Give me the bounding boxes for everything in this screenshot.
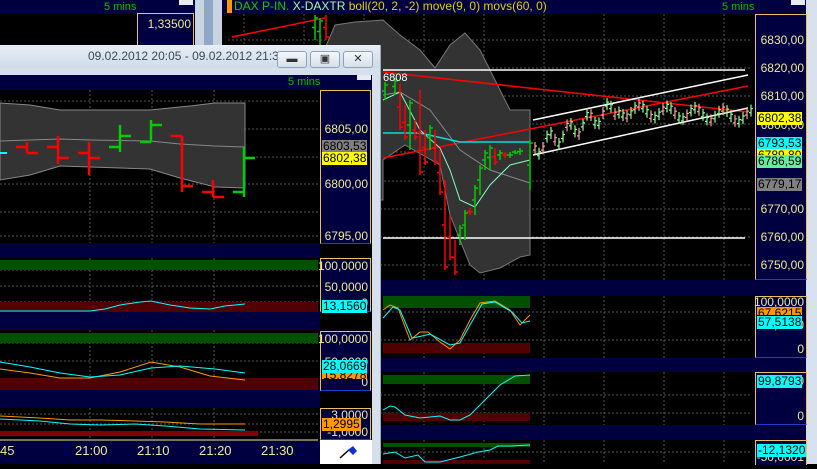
- axis-tick: 100,0000: [317, 259, 368, 273]
- price-marker-label: 6808: [383, 72, 408, 84]
- oscillator-cyan-line: [0, 361, 246, 378]
- histogram-bars: [0, 431, 258, 436]
- last-price-tag: 6802,38: [757, 111, 803, 125]
- indicator-cyan-tag: -12,1320: [757, 443, 807, 457]
- oscillator-cyan-tag: 28,0669: [322, 359, 368, 373]
- oscillator-cyan-tag: 57,5138: [757, 315, 803, 329]
- panel-separator: [0, 390, 320, 408]
- indicator-cyan-tag: 99,8793: [757, 374, 803, 388]
- time-label: 21:30: [261, 443, 294, 458]
- price-tick: 6795,00: [324, 229, 368, 243]
- axis-tick: 0: [797, 342, 804, 356]
- drawing-tool-button[interactable]: [320, 440, 372, 464]
- popup-price-axis[interactable]: 6805,00 6800,00 6795,00 6803,53 6802,38: [320, 90, 371, 244]
- panel2-axis[interactable]: 100,0000 50,0000 0 67,6215 57,5138: [754, 296, 807, 358]
- price-tick: 6810,00: [760, 89, 804, 103]
- panel3-axis[interactable]: 0 0 99,8793: [755, 372, 807, 425]
- last-price-tag: 6802,38: [322, 151, 368, 165]
- popup-panel4-axis[interactable]: 3,0000 -1,0000 1,2995: [320, 408, 371, 440]
- band-lower-tag: 6779,17: [757, 177, 803, 191]
- oscillator-orange-line: [382, 300, 531, 350]
- price-tick: 6750,00: [760, 258, 804, 272]
- panel4-axis[interactable]: -50,0001 -12,1320: [755, 440, 807, 465]
- oversold-zone: [383, 460, 530, 464]
- panel-separator: [0, 312, 320, 330]
- overbought-zone: [383, 375, 530, 384]
- flag-pen-icon: [339, 446, 357, 459]
- channel-upper-line[interactable]: [532, 74, 749, 121]
- price-tick: 6805,00: [324, 122, 368, 136]
- oscillator-orange-tag: 67,6215: [757, 307, 803, 315]
- time-label: 21:20: [199, 443, 232, 458]
- price-tick: 6830,00: [760, 33, 804, 47]
- oscillator-cyan-tag: 13,1560: [322, 299, 368, 313]
- time-label: 21:10: [137, 443, 170, 458]
- price-tick: 6770,00: [760, 202, 804, 216]
- main-price-axis[interactable]: 6830,00 6820,00 6810,00 6800,00 6770,00 …: [755, 14, 807, 280]
- trend-line-left[interactable]: [231, 17, 326, 38]
- overbought-zone: [0, 260, 318, 270]
- axis-tick: 100,0000: [317, 332, 368, 346]
- popup-panel2-axis[interactable]: 100,0000 50,0000 0 13,1560: [317, 258, 371, 313]
- ma-green-tag: 6786,59: [757, 154, 803, 168]
- oscillator-orange-line: [0, 361, 246, 381]
- price-tick: 6760,00: [760, 230, 804, 244]
- popup-window: 09.02.2012 20:05 - 09.02.2012 21:35 ▬ ▣ …: [0, 45, 381, 464]
- overbought-zone: [0, 333, 318, 343]
- axis-tick: 50,0000: [324, 280, 368, 294]
- indicator-cyan-line: [382, 444, 531, 463]
- oversold-zone: [0, 378, 318, 390]
- indicator-orange-line: [0, 415, 245, 425]
- overbought-zone: [383, 296, 530, 308]
- oversold-zone: [383, 343, 530, 353]
- time-label: 21:00: [75, 443, 108, 458]
- popup-panel3-axis[interactable]: 100,0000 50,0000 0 15,8278 28,0669: [317, 331, 371, 391]
- axis-tick: 0: [797, 409, 804, 423]
- time-label: 45: [0, 443, 15, 458]
- indicator-orange-tag: 1,2995: [322, 417, 361, 431]
- price-tick: 6820,00: [760, 61, 804, 75]
- popup-chart-canvas[interactable]: [0, 45, 372, 464]
- price-tick: 6800,00: [324, 177, 368, 191]
- panel-separator: [0, 243, 320, 258]
